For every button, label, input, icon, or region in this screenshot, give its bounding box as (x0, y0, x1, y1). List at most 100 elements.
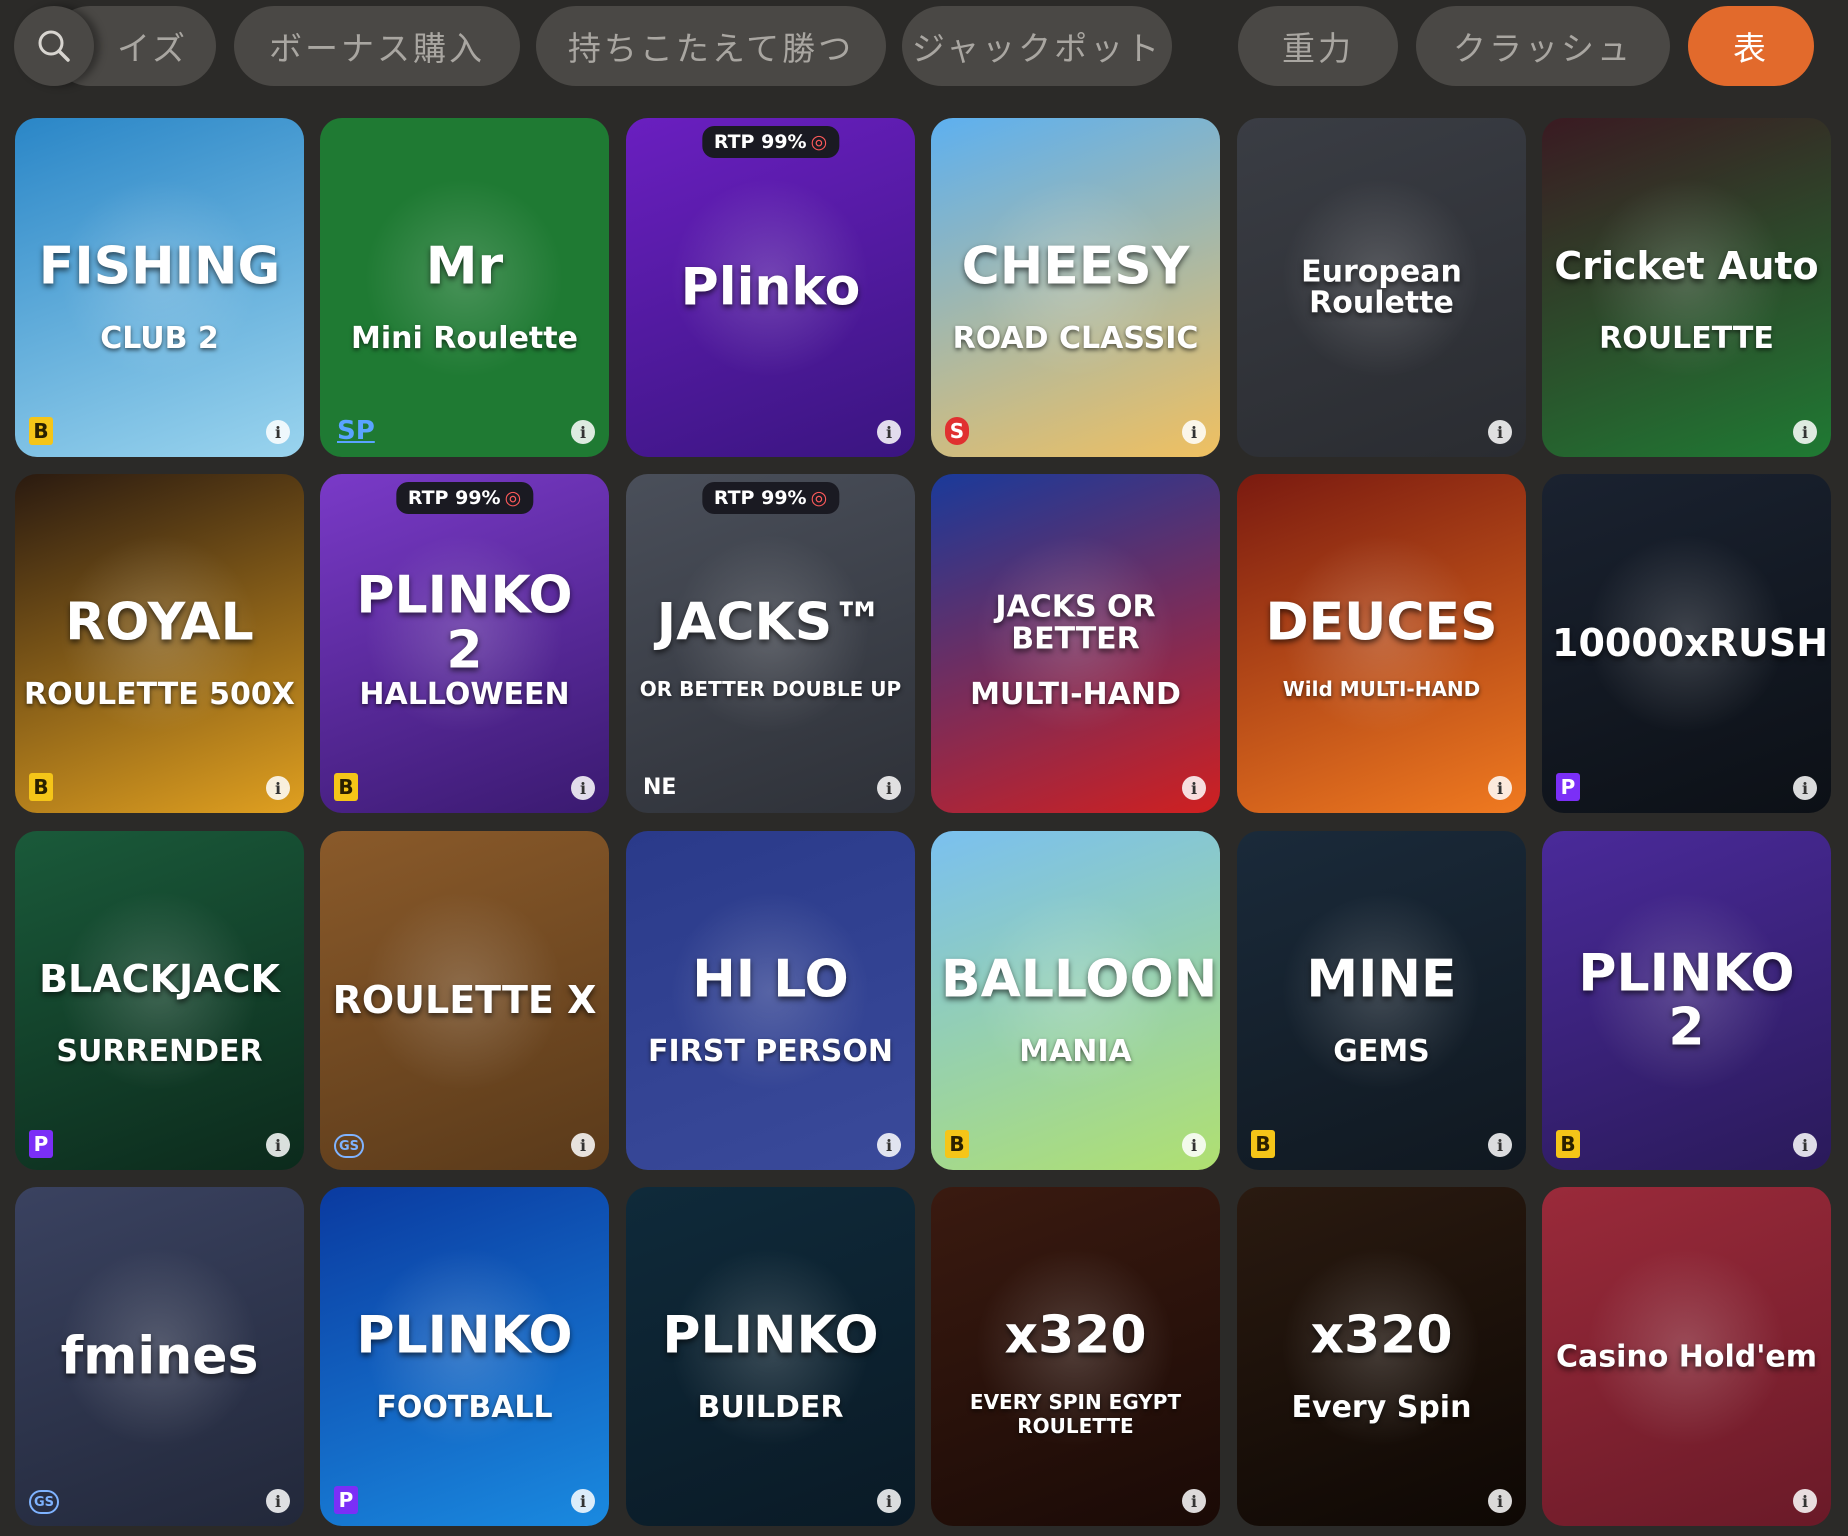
info-icon[interactable]: i (266, 1489, 290, 1513)
target-icon: ◎ (504, 487, 522, 509)
game-tile[interactable]: HI LO FIRST PERSON i (626, 831, 915, 1170)
game-tile[interactable]: Mr Mini Roulette SP i (320, 118, 609, 457)
game-subtitle: FIRST PERSON (647, 1034, 894, 1070)
info-icon[interactable]: i (1488, 1133, 1512, 1157)
game-tile[interactable]: x320 Every Spin i (1237, 1187, 1526, 1526)
info-icon[interactable]: i (1488, 1489, 1512, 1513)
info-icon[interactable]: i (877, 420, 901, 444)
game-subtitle: FOOTBALL (376, 1390, 553, 1426)
info-icon[interactable]: i (1793, 1133, 1817, 1157)
game-tile[interactable]: JACKS™ OR BETTER DOUBLE UP RTP 99% ◎ NE i (626, 474, 915, 813)
game-title: JACKS™ (656, 592, 885, 653)
game-subtitle: CLUB 2 (100, 321, 219, 357)
game-subtitle: EVERY SPIN EGYPT ROULETTE (969, 1390, 1182, 1439)
info-icon[interactable]: i (1182, 776, 1206, 800)
game-title: HI LO (692, 949, 849, 1010)
game-tile[interactable]: PLINKO 2 Bi (1542, 831, 1831, 1170)
game-title: Mr (425, 236, 504, 297)
provider-badge: P (1556, 773, 1580, 801)
info-icon[interactable]: i (571, 1489, 595, 1513)
game-subtitle: SURRENDER (56, 1034, 263, 1070)
game-title: Cricket Auto (1554, 244, 1819, 289)
game-title: PLINKO 2 (1578, 942, 1795, 1058)
search-icon (38, 30, 70, 62)
provider-badge: NE (643, 774, 677, 800)
game-subtitle: Wild MULTI-HAND (1282, 677, 1481, 702)
info-icon[interactable]: i (1182, 1133, 1206, 1157)
info-icon[interactable]: i (1793, 776, 1817, 800)
game-tile[interactable]: JACKS OR BETTER MULTI-HAND i (931, 474, 1220, 813)
game-tile[interactable]: ROULETTE X GS i (320, 831, 609, 1170)
rtp-badge: RTP 99% ◎ (395, 482, 534, 514)
rtp-badge: RTP 99% ◎ (701, 126, 840, 158)
game-grid: FISHING CLUB 2 Bi Mr Mini Roulette SP i Plinko R… (0, 0, 1848, 1536)
game-tile[interactable]: PLINKO BUILDER i (626, 1187, 915, 1526)
info-icon[interactable]: i (1793, 420, 1817, 444)
provider-badge: GS (29, 1490, 60, 1514)
game-title: x320 (1310, 1305, 1453, 1366)
rtp-label: RTP 99% (407, 487, 501, 509)
game-title: x320 (1004, 1305, 1147, 1366)
game-title: MINE (1306, 949, 1457, 1010)
game-tile[interactable]: FISHING CLUB 2 Bi (15, 118, 304, 457)
info-icon[interactable]: i (877, 1133, 901, 1157)
info-icon[interactable]: i (1182, 420, 1206, 444)
game-tile[interactable]: PLINKO 2 HALLOWEEN RTP 99% ◎ Bi (320, 474, 609, 813)
provider-badge: GS (334, 1134, 365, 1158)
game-tile[interactable]: ROYAL ROULETTE 500X Bi (15, 474, 304, 813)
provider-badge: B (945, 1130, 969, 1158)
target-icon: ◎ (810, 487, 828, 509)
game-tile[interactable]: CHEESY ROAD CLASSIC Si (931, 118, 1220, 457)
game-tile[interactable]: PLINKO FOOTBALL Pi (320, 1187, 609, 1526)
game-tile[interactable]: x320 EVERY SPIN EGYPT ROULETTE i (931, 1187, 1220, 1526)
game-subtitle: MANIA (1019, 1034, 1132, 1070)
game-tile[interactable]: BALLOON MANIA Bi (931, 831, 1220, 1170)
info-icon[interactable]: i (1488, 776, 1512, 800)
search-button[interactable] (14, 6, 94, 86)
game-title: PLINKO 2 (356, 565, 573, 681)
info-icon[interactable]: i (1488, 420, 1512, 444)
game-title: PLINKO (356, 1305, 573, 1366)
info-icon[interactable]: i (1793, 1489, 1817, 1513)
game-title: JACKS OR BETTER (995, 589, 1156, 657)
info-icon[interactable]: i (877, 776, 901, 800)
game-tile[interactable]: fmines GS i (15, 1187, 304, 1526)
rtp-badge: RTP 99% ◎ (701, 482, 840, 514)
info-icon[interactable]: i (266, 776, 290, 800)
game-subtitle: Mini Roulette (351, 321, 578, 357)
rtp-label: RTP 99% (713, 131, 807, 153)
game-tile[interactable]: DEUCES Wild MULTI-HAND i (1237, 474, 1526, 813)
game-tile[interactable]: Casino Hold'em i (1542, 1187, 1831, 1526)
provider-badge: B (1251, 1130, 1275, 1158)
game-title: European Roulette (1301, 254, 1462, 321)
info-icon[interactable]: i (571, 776, 595, 800)
game-tile[interactable]: Plinko RTP 99% ◎ i (626, 118, 915, 457)
game-subtitle: MULTI-HAND (970, 677, 1181, 713)
info-icon[interactable]: i (877, 1489, 901, 1513)
game-subtitle: ROULETTE 500X (24, 677, 295, 713)
provider-badge: P (334, 1486, 358, 1514)
info-icon[interactable]: i (266, 1133, 290, 1157)
game-tile[interactable]: 10000xRUSH Pi (1542, 474, 1831, 813)
game-tile[interactable]: BLACKJACK SURRENDER Pi (15, 831, 304, 1170)
game-title: Plinko (680, 257, 861, 318)
game-title: fmines (60, 1326, 259, 1387)
provider-badge: SP (337, 416, 375, 446)
game-subtitle: HALLOWEEN (359, 677, 570, 713)
info-icon[interactable]: i (571, 1133, 595, 1157)
info-icon[interactable]: i (571, 420, 595, 444)
provider-badge: B (29, 773, 53, 801)
info-icon[interactable]: i (1182, 1489, 1206, 1513)
game-title: BLACKJACK (39, 957, 280, 1002)
info-icon[interactable]: i (266, 420, 290, 444)
game-tile[interactable]: Cricket Auto ROULETTE i (1542, 118, 1831, 457)
game-subtitle: OR BETTER DOUBLE UP (639, 677, 902, 702)
game-title: ROULETTE X (332, 977, 597, 1022)
game-title: BALLOON (941, 949, 1218, 1010)
game-title: ROYAL (65, 592, 254, 653)
game-tile[interactable]: European Roulette i (1237, 118, 1526, 457)
provider-badge: S (945, 417, 969, 445)
game-tile[interactable]: MINE GEMS Bi (1237, 831, 1526, 1170)
target-icon: ◎ (810, 131, 828, 153)
game-subtitle: Every Spin (1291, 1390, 1472, 1426)
